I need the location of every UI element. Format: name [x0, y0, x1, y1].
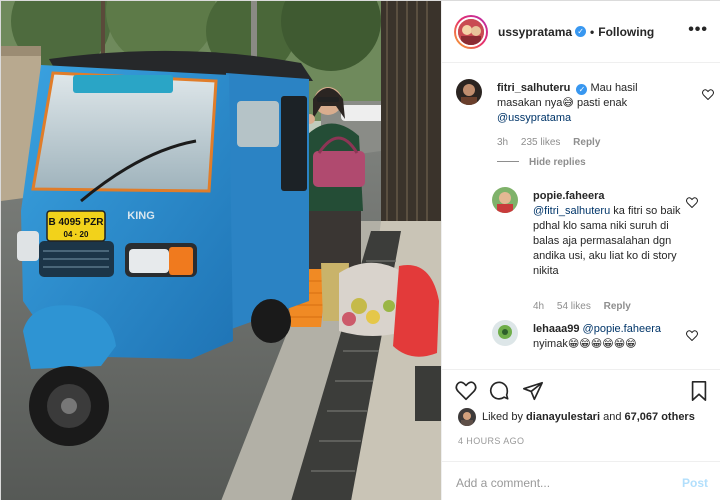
liker-avatar[interactable] — [458, 408, 476, 426]
comment-body: fitri_salhuteru ✓ Mau hasil masakan nya😅… — [497, 81, 677, 126]
comments-panel: ussypratama ✓ • Following ••• fitri_salh… — [441, 1, 720, 500]
story-ring[interactable] — [454, 14, 488, 49]
comment-mention[interactable]: @ussypratama — [497, 112, 571, 124]
hide-replies-button[interactable]: Hide replies — [497, 157, 586, 168]
comment-time[interactable]: 3h — [497, 137, 508, 148]
comment-mention[interactable]: @popie.faheera — [583, 323, 661, 335]
header-separator: • — [590, 24, 595, 39]
likes-summary: Liked by dianayulestari and 67,067 other… — [458, 408, 695, 426]
comment-body: popie.faheera @fitri_salhuteru ka fitri … — [533, 189, 683, 279]
add-comment-input[interactable]: Add a comment... — [456, 476, 550, 490]
hide-replies-line — [497, 161, 519, 162]
comment-avatar-image — [456, 79, 482, 105]
comment-username[interactable]: fitri_salhuteru — [497, 82, 570, 94]
liker-avatar-image — [458, 408, 476, 426]
comment-meta: 3h 235 likes Reply — [497, 137, 610, 148]
post-photo[interactable]: B 4095 PZR 04 · 20 KING — [1, 1, 441, 500]
comment-avatar[interactable] — [456, 79, 482, 105]
comment-likes[interactable]: 54 likes — [557, 301, 591, 312]
instagram-post: B 4095 PZR 04 · 20 KING ussypratama ✓ • … — [0, 0, 720, 500]
comment-avatar[interactable] — [492, 187, 518, 213]
more-options-icon[interactable]: ••• — [688, 21, 708, 39]
comment-avatar[interactable] — [492, 320, 518, 346]
heart-icon[interactable] — [455, 380, 477, 402]
comment-text: nyimak😁😁😁😁😁😁 — [533, 338, 637, 350]
add-comment-bar: Add a comment... Post — [442, 461, 720, 500]
liked-by-user[interactable]: dianayulestari — [526, 411, 600, 423]
comment-username[interactable]: lehaaa99 — [533, 323, 579, 335]
post-comment-button[interactable]: Post — [682, 476, 708, 490]
plate-text-1: B 4095 PZR — [48, 217, 104, 228]
comment-avatar-image — [492, 187, 518, 213]
like-comment-icon[interactable] — [686, 330, 698, 341]
comment-username[interactable]: popie.faheera — [533, 190, 605, 202]
like-comment-icon[interactable] — [686, 197, 698, 208]
action-bar: Liked by dianayulestari and 67,067 other… — [442, 369, 720, 500]
reply-item: popie.faheera @fitri_salhuteru ka fitri … — [492, 187, 716, 317]
hide-replies-label: Hide replies — [529, 157, 586, 168]
post-header: ussypratama ✓ • Following ••• — [442, 1, 720, 63]
verified-badge-icon: ✓ — [575, 26, 587, 37]
plate-text-2: 04 · 20 — [64, 230, 89, 239]
photo-scene: B 4095 PZR 04 · 20 KING — [1, 1, 441, 500]
comment-avatar-image — [492, 320, 518, 346]
share-icon[interactable] — [522, 380, 544, 402]
likes-count[interactable]: 67,067 others — [625, 411, 695, 423]
comments-list[interactable]: fitri_salhuteru ✓ Mau hasil masakan nya😅… — [442, 63, 720, 369]
comment-item: fitri_salhuteru ✓ Mau hasil masakan nya😅… — [456, 79, 716, 179]
reply-item: lehaaa99 @popie.faheera nyimak😁😁😁😁😁😁 — [492, 320, 716, 369]
comment-time[interactable]: 4h — [533, 301, 544, 312]
comment-meta: 4h 54 likes Reply — [533, 301, 641, 312]
comment-mention[interactable]: @fitri_salhuteru — [533, 205, 610, 217]
avatar-image — [458, 18, 484, 45]
verified-badge-icon: ✓ — [576, 84, 588, 95]
liked-by-prefix: Liked by — [482, 411, 523, 423]
header-username[interactable]: ussypratama — [498, 25, 572, 39]
liked-by-and: and — [603, 411, 622, 423]
comment-icon[interactable] — [488, 380, 510, 402]
reply-button[interactable]: Reply — [573, 137, 600, 148]
following-button[interactable]: Following — [598, 25, 654, 39]
comment-likes[interactable]: 235 likes — [521, 137, 560, 148]
reply-button[interactable]: Reply — [604, 301, 631, 312]
bookmark-icon[interactable] — [688, 380, 710, 402]
post-timestamp[interactable]: 4 HOURS AGO — [458, 436, 524, 446]
like-comment-icon[interactable] — [702, 89, 714, 100]
avatar[interactable] — [456, 16, 486, 47]
brand-badge: KING — [127, 210, 155, 222]
comment-body: lehaaa99 @popie.faheera nyimak😁😁😁😁😁😁 — [533, 322, 683, 352]
